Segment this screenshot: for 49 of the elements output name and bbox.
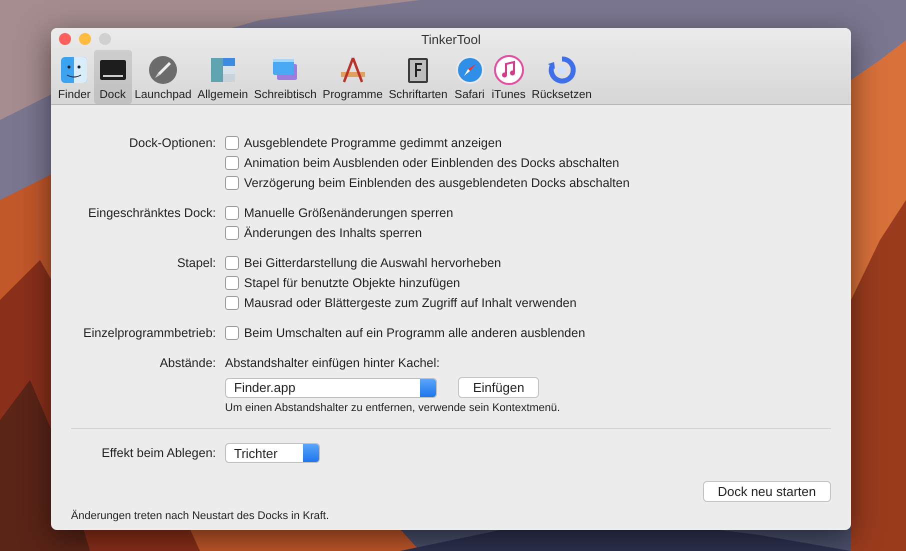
toolbar-tab[interactable]: Rücksetzen xyxy=(528,50,595,104)
toolbar-tab[interactable]: Dock xyxy=(94,50,132,104)
popup-menu[interactable]: Finder.app xyxy=(225,378,437,398)
section-label: Effekt beim Ablegen: xyxy=(102,445,216,462)
checkbox[interactable] xyxy=(225,296,239,310)
checkbox-label[interactable]: Mausrad oder Blättergeste zum Zugriff auf Inhalt verwenden xyxy=(244,296,577,310)
checkbox-label[interactable]: Manuelle Größenänderungen sperren xyxy=(244,206,454,220)
insert-button[interactable]: Einfügen xyxy=(458,377,540,398)
status-note: Änderungen treten nach Neustart des Docks in Kraft. xyxy=(71,510,330,522)
checkbox-label[interactable]: Beim Umschalten auf ein Programm alle anderen ausblenden xyxy=(244,326,586,340)
checkbox-label[interactable]: Ausgeblendete Programme gedimmt anzeigen xyxy=(244,136,502,150)
section-label: Stapel: xyxy=(177,255,216,272)
toolbar-tab[interactable]: Safari xyxy=(450,50,489,104)
checkbox[interactable] xyxy=(225,206,239,220)
checkbox[interactable] xyxy=(225,156,239,170)
restart-dock-button[interactable]: Dock neu starten xyxy=(702,481,831,502)
field-label: Abstandshalter einfügen hinter Kachel: xyxy=(225,356,440,370)
toolbar-tab[interactable]: Launchpad xyxy=(132,50,195,104)
toolbar-tab[interactable]: Schreibtisch xyxy=(251,50,320,104)
section-label: Dock-Optionen: xyxy=(129,135,216,152)
compass-icon xyxy=(454,54,486,86)
checkbox[interactable] xyxy=(225,256,239,270)
popup-menu[interactable]: Trichter xyxy=(225,443,320,463)
hint-text: Um einen Abstandshalter zu entfernen, verwende sein Kontextmenü. xyxy=(225,402,562,414)
toolbar-tab[interactable]: iTunes xyxy=(488,50,529,104)
checkbox[interactable] xyxy=(225,226,239,240)
stepper-icon xyxy=(420,378,436,396)
checkbox-label[interactable]: Animation beim Ausblenden oder Einblenden des Docks abschalten xyxy=(244,156,620,170)
toolbar-tab[interactable]: Finder xyxy=(55,50,94,104)
window-title: TinkerTool xyxy=(421,32,481,46)
toolbar-tab[interactable]: Allgemein xyxy=(194,50,252,104)
section-label: Eingeschränktes Dock: xyxy=(88,205,216,222)
section-label: Einzelprogrammbetrieb: xyxy=(83,325,216,342)
music-note-icon xyxy=(492,54,525,86)
checkbox[interactable] xyxy=(225,176,239,190)
minimize-icon[interactable] xyxy=(79,33,91,45)
section-label: Abstände: xyxy=(160,355,216,372)
checkbox-label[interactable]: Verzögerung beim Einblenden des ausgeblendeten Docks abschalten xyxy=(244,176,630,190)
checkbox[interactable] xyxy=(225,136,239,150)
checkbox-label[interactable]: Bei Gitterdarstellung die Auswahl hervorheben xyxy=(244,256,502,270)
close-icon[interactable] xyxy=(59,33,71,45)
checkbox-label[interactable]: Stapel für benutzte Objekte hinzufügen xyxy=(244,276,460,290)
toolbar-tab[interactable]: Schriftarten xyxy=(386,50,451,104)
checkbox[interactable] xyxy=(225,276,239,290)
toolbar-tab[interactable]: Programme xyxy=(320,50,386,104)
checkbox-label[interactable]: Änderungen des Inhalts sperren xyxy=(244,226,422,240)
checkbox[interactable] xyxy=(225,326,239,340)
reset-arrow-icon xyxy=(546,54,578,86)
stepper-icon xyxy=(303,444,319,462)
